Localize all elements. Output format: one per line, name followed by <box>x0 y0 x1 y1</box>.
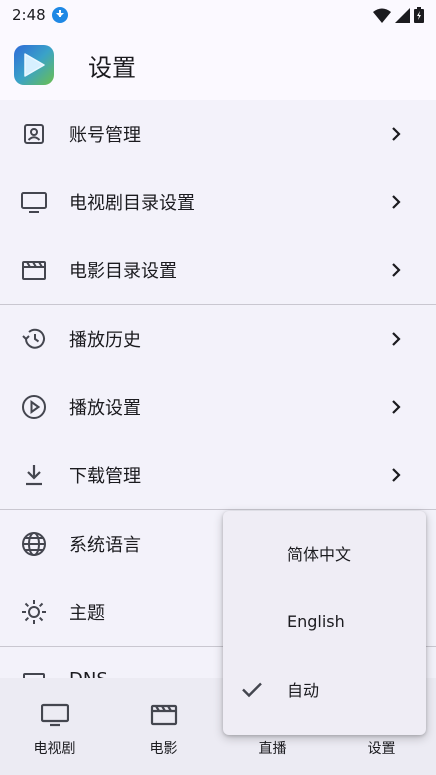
settings-item-label: 电影目录设置 <box>69 261 177 282</box>
nav-label: 电视剧 <box>33 741 76 757</box>
play-logo-icon <box>24 53 45 77</box>
settings-item-tv-directory[interactable]: 电视剧目录设置 <box>0 168 436 236</box>
nav-label: 设置 <box>367 741 396 757</box>
status-bar: 2:48 <box>0 0 436 30</box>
settings-item-label: 系统语言 <box>69 535 141 556</box>
settings-item-label: 播放设置 <box>69 398 141 419</box>
language-option-simplified-chinese[interactable]: 简体中文 <box>223 519 426 587</box>
chevron-right-icon <box>388 126 404 142</box>
movie-icon <box>150 702 178 728</box>
account-box-icon <box>20 120 48 148</box>
tv-icon <box>40 702 69 728</box>
chevron-right-icon <box>388 194 404 210</box>
settings-item-label: 主题 <box>69 603 105 624</box>
settings-item-account[interactable]: 账号管理 <box>0 100 436 168</box>
settings-item-playback[interactable]: 播放设置 <box>0 373 436 441</box>
nav-label: 直播 <box>258 741 287 757</box>
menu-item-label: 简体中文 <box>287 545 352 564</box>
movie-icon <box>20 256 48 284</box>
menu-item-label: 自动 <box>287 681 320 700</box>
wifi-icon <box>373 8 391 23</box>
app-header: 设置 <box>0 30 436 100</box>
battery-icon <box>414 7 424 23</box>
checkmark-icon <box>242 682 262 698</box>
play-circle-icon <box>20 393 48 421</box>
chevron-right-icon <box>388 262 404 278</box>
language-option-auto[interactable]: 自动 <box>223 655 426 723</box>
nav-label: 电影 <box>149 741 178 757</box>
settings-item-play-history[interactable]: 播放历史 <box>0 305 436 373</box>
chevron-right-icon <box>388 467 404 483</box>
download-notification-icon <box>51 7 68 23</box>
settings-item-label: 下载管理 <box>69 466 141 487</box>
chevron-right-icon <box>388 399 404 415</box>
settings-item-label: 账号管理 <box>69 125 141 146</box>
signal-icon <box>395 7 410 23</box>
globe-icon <box>20 530 48 558</box>
status-icons <box>373 7 424 23</box>
app-logo <box>14 45 54 85</box>
history-icon <box>20 325 48 353</box>
page-title: 设置 <box>88 53 136 82</box>
language-option-english[interactable]: English <box>223 587 426 655</box>
settings-item-label: 电视剧目录设置 <box>69 193 195 214</box>
tv-icon <box>20 188 48 216</box>
language-dropdown-menu: 简体中文 English 自动 <box>223 511 426 735</box>
nav-tab-tv[interactable]: 电视剧 <box>0 678 109 775</box>
chevron-right-icon <box>388 331 404 347</box>
download-icon <box>20 461 48 489</box>
settings-item-movie-directory[interactable]: 电影目录设置 <box>0 236 436 304</box>
menu-item-label: English <box>287 611 345 631</box>
settings-item-label: 播放历史 <box>69 330 141 351</box>
status-time: 2:48 <box>12 6 46 24</box>
nav-tab-movie[interactable]: 电影 <box>109 678 218 775</box>
settings-item-download[interactable]: 下载管理 <box>0 441 436 509</box>
sun-icon <box>20 598 48 626</box>
